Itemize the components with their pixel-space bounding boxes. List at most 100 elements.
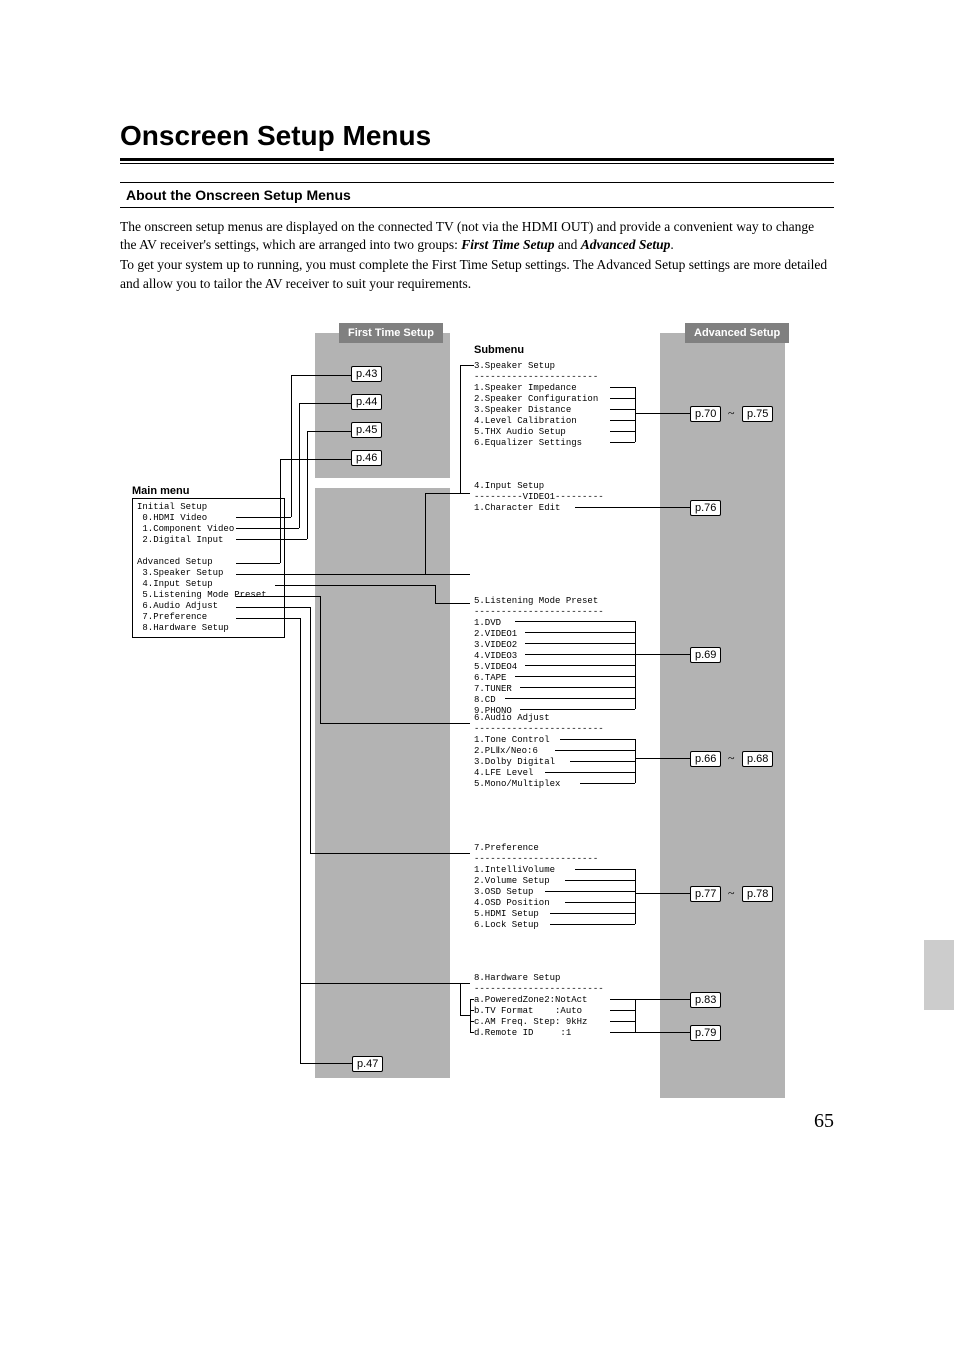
line — [610, 1021, 635, 1022]
pref-p43: p.43 — [351, 366, 382, 382]
pref-p70: p.70 — [690, 406, 721, 422]
sub-input: 4.Input Setup ---------VIDEO1--------- 1… — [474, 481, 604, 514]
para1-b: First Time Setup — [461, 237, 554, 252]
line — [291, 375, 292, 517]
pref-p83: p.83 — [690, 992, 721, 1008]
line — [635, 413, 690, 414]
menu-diagram: First Time Setup Advanced Setup Main men… — [120, 313, 834, 1133]
section-heading: About the Onscreen Setup Menus — [120, 182, 834, 208]
pref-p46: p.46 — [351, 450, 382, 466]
side-tab — [924, 940, 954, 1010]
line — [575, 507, 690, 508]
line — [575, 869, 635, 870]
main-menu-label: Main menu — [132, 485, 189, 497]
pref-p47: p.47 — [352, 1056, 383, 1072]
line — [635, 387, 636, 442]
line — [635, 739, 636, 783]
line — [610, 409, 635, 410]
line — [520, 709, 635, 710]
pref-p69: p.69 — [690, 647, 721, 663]
line — [299, 403, 300, 528]
line — [470, 999, 474, 1000]
para1-e: . — [670, 237, 673, 252]
line — [635, 1032, 690, 1033]
submenu-label: Submenu — [474, 344, 524, 356]
line — [299, 403, 351, 404]
tilde-2: ~ — [728, 751, 735, 766]
line — [236, 596, 320, 597]
line — [550, 924, 635, 925]
line — [460, 365, 461, 493]
line — [635, 999, 690, 1000]
line — [236, 607, 310, 608]
pref-p66: p.66 — [690, 751, 721, 767]
pref-p44: p.44 — [351, 394, 382, 410]
pref-p76: p.76 — [690, 500, 721, 516]
line — [236, 618, 300, 619]
pref-p78: p.78 — [742, 886, 773, 902]
page-title: Onscreen Setup Menus — [120, 120, 834, 152]
line — [435, 585, 436, 603]
line — [565, 902, 635, 903]
line — [515, 676, 635, 677]
line — [555, 750, 635, 751]
line — [460, 983, 461, 1015]
line — [236, 528, 299, 529]
pref-p77: p.77 — [690, 886, 721, 902]
first-time-header: First Time Setup — [339, 323, 443, 343]
line — [300, 1063, 352, 1064]
line — [320, 596, 321, 723]
line — [545, 891, 635, 892]
line — [610, 398, 635, 399]
line — [560, 739, 635, 740]
line — [610, 999, 635, 1000]
para1-c: and — [555, 237, 581, 252]
line — [515, 621, 635, 622]
line — [635, 869, 636, 924]
line — [525, 632, 635, 633]
line — [610, 442, 635, 443]
line — [550, 913, 635, 914]
line — [300, 983, 470, 984]
line — [236, 574, 470, 575]
line — [610, 431, 635, 432]
line — [307, 431, 308, 539]
line — [236, 517, 291, 518]
line — [525, 665, 635, 666]
line — [236, 539, 307, 540]
line — [320, 723, 470, 724]
line — [610, 420, 635, 421]
pref-p45: p.45 — [351, 422, 382, 438]
line — [505, 698, 635, 699]
line — [635, 758, 690, 759]
line — [635, 999, 636, 1032]
line — [610, 387, 635, 388]
sub-preference: 7.Preference ----------------------- 1.I… — [474, 843, 598, 931]
pref-p75: p.75 — [742, 406, 773, 422]
line — [425, 493, 426, 574]
tilde-1: ~ — [728, 406, 735, 421]
line — [635, 654, 690, 655]
sub-hardware: 8.Hardware Setup -----------------------… — [474, 973, 604, 1039]
line — [580, 783, 635, 784]
pref-p68: p.68 — [742, 751, 773, 767]
line — [280, 459, 281, 563]
advanced-header: Advanced Setup — [685, 323, 789, 343]
sub-speaker: 3.Speaker Setup ----------------------- … — [474, 361, 598, 449]
line — [470, 1010, 474, 1011]
line — [425, 493, 470, 494]
line — [470, 1021, 474, 1022]
line — [460, 1015, 470, 1016]
line — [275, 585, 435, 586]
gray-band-first-time — [315, 333, 450, 478]
line — [280, 459, 351, 460]
line — [435, 603, 470, 604]
paragraph-1: The onscreen setup menus are displayed o… — [120, 218, 834, 254]
title-rule — [120, 158, 834, 164]
pref-p79: p.79 — [690, 1025, 721, 1041]
gray-band-advanced — [660, 333, 785, 1098]
line — [291, 375, 351, 376]
main-menu-box: Initial Setup 0.HDMI Video 1.Component V… — [132, 498, 285, 638]
line — [635, 621, 636, 709]
line — [470, 1032, 474, 1033]
